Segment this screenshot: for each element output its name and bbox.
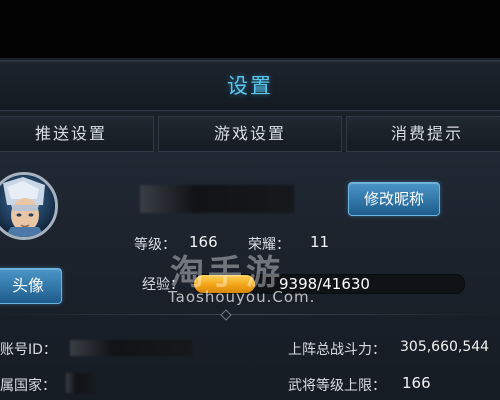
general-level-cap-value: 166 [402, 374, 431, 392]
settings-tabs: 推送设置 游戏设置 消费提示 [0, 116, 500, 152]
country-label: 属国家： [0, 378, 56, 394]
top-black-area [0, 0, 500, 58]
honor-value: 11 [310, 233, 330, 251]
general-level-cap-label: 武将等级上限： [288, 378, 386, 394]
page-title: 设置 [227, 74, 273, 98]
section-divider [0, 314, 500, 315]
account-id-label: 账号ID： [0, 342, 57, 358]
watermark-logo: 淘手游 [170, 253, 284, 293]
nickname-blurred [140, 185, 294, 213]
account-id-blurred [70, 340, 192, 356]
tab-game-settings[interactable]: 游戏设置 [158, 116, 342, 152]
rename-button[interactable]: 修改昵称 [348, 182, 440, 216]
battle-power-value: 305,660,544 [400, 339, 490, 355]
tab-push-settings[interactable]: 推送设置 [0, 116, 154, 152]
change-avatar-button[interactable]: 头像 [0, 268, 62, 304]
battle-power-label: 上阵总战斗力： [288, 342, 386, 358]
tab-spending-tips[interactable]: 消费提示 [346, 116, 500, 152]
title-bar: 设置 [0, 60, 500, 111]
watermark-url: Taoshouyou.Com. [168, 288, 316, 306]
country-blurred [66, 373, 94, 393]
